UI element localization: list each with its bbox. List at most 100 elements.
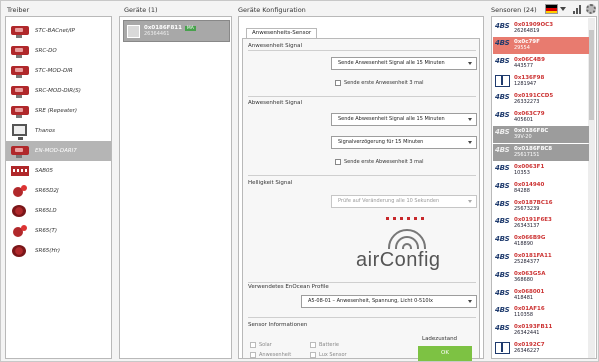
sensor-text: 0x01909OC3 26264819: [514, 22, 553, 34]
window-sensor-icon: [495, 340, 512, 356]
sensor-item[interactable]: 0x0192C7 26346227: [493, 339, 589, 356]
device-icon: [9, 63, 31, 79]
driver-item[interactable]: SRC-MOD-DIR(S): [6, 81, 111, 101]
abwesenheit-interval-select[interactable]: Sende Abwesenheit Signal alle 15 Minuten: [331, 113, 477, 126]
chevron-down-icon: [468, 118, 472, 121]
sensor-id: 0x0181FA11: [514, 252, 552, 259]
wifi-icon: [388, 229, 426, 249]
sensor-text: 0x01AF16 110358: [514, 306, 545, 318]
sensor-item[interactable]: 4BS 0x0181FA11 25284377: [493, 250, 589, 267]
driver-item[interactable]: SRE (Repeater): [6, 101, 111, 121]
sensor-4bs-icon: 4BS: [495, 128, 510, 137]
driver-item[interactable]: SAB05: [6, 161, 111, 181]
sensor-item[interactable]: 4BS 0x0193FB11 26342441: [493, 322, 589, 339]
sensor-text: 0x0186F8C 39V-20: [514, 128, 548, 140]
gear-icon[interactable]: [586, 4, 596, 14]
sensoren-header: Sensoren (24): [491, 6, 537, 14]
checkbox-box: [310, 352, 316, 358]
abwesenheit-repeat-checkbox[interactable]: Sende erste Abwesenheit 3 mal: [335, 159, 424, 165]
tab-anwesenheits-sensor[interactable]: Anwesenheits-Sensor: [246, 28, 318, 38]
sensor-4bs-icon: 4BS: [495, 110, 510, 119]
sensor-item[interactable]: 4BS 0x0186F8C8 25617151: [493, 143, 589, 161]
abwesenheit-delay-select[interactable]: Signalverzögerung für 15 Minuten: [331, 136, 477, 149]
driver-item[interactable]: STC-MOD-DIR: [6, 61, 111, 81]
sensor-id: 0x063G5A: [514, 270, 546, 277]
driver-item[interactable]: SR65LD: [6, 201, 111, 221]
driver-item[interactable]: SR65D2J: [6, 181, 111, 201]
signal-icon[interactable]: [573, 5, 583, 14]
sensor-item[interactable]: 4BS 0x0063F1 10353: [493, 161, 589, 178]
sensor-4bs-icon: 4BS: [495, 181, 510, 190]
sensor-id: 0x068001: [514, 288, 545, 295]
lux-label: Lux Sensor: [319, 352, 347, 358]
driver-label: SRC-DO: [35, 48, 57, 54]
driver-item[interactable]: SR65(Hr): [6, 241, 111, 261]
driver-item[interactable]: SRC-DO: [6, 41, 111, 61]
sensor-info-title: Sensor Informationen: [248, 322, 308, 328]
helligkeit-interval-value: Prüfe auf Veränderung alle 10 Sekunden: [338, 198, 440, 204]
geraete-panel: 0x0186F811 MA 26364461: [119, 16, 232, 359]
sensor-item[interactable]: 4BS 0x0c79F 29554: [493, 36, 589, 54]
sensor-item[interactable]: 4BS 0x0186F8C 39V-20: [493, 125, 589, 143]
driver-item[interactable]: Thanos: [6, 121, 111, 141]
driver-item[interactable]: SR65(T): [6, 221, 111, 241]
checkbox-box: [335, 159, 341, 165]
chevron-down-icon[interactable]: [560, 7, 566, 11]
sensor-item[interactable]: 4BS 0x0191CCD5 26332273: [493, 90, 589, 107]
sensor-serial: 418890: [514, 241, 534, 248]
sensor-item[interactable]: 4BS 0x063C79 405601: [493, 108, 589, 125]
sensor-item[interactable]: 4BS 0x01AF16 110358: [493, 304, 589, 321]
abwesenheit-delay-value: Signalverzögerung für 15 Minuten: [338, 139, 424, 145]
sensor-item[interactable]: 4BS 0x06C4B9 443577: [493, 55, 589, 72]
sensor-serial: 26343137: [514, 223, 540, 230]
sensor-item[interactable]: 4BS 0x063G5A 368680: [493, 268, 589, 285]
sensoren-panel: 4BS 0x01909OC3 26264819 4BS 0x0c79F 29554 4BS 0…: [491, 16, 597, 359]
device-text: 0x0186F811 MA 26364461: [144, 25, 196, 37]
sensor-id: 0x0191CCD5: [514, 92, 554, 99]
eep-profile-select[interactable]: A5-08-01 – Anwesenheit, Spannung, Licht …: [301, 295, 477, 308]
sensor-text: 0x0191CCD5 26332273: [514, 93, 553, 105]
sensor-serial: 1281947: [514, 80, 537, 87]
anwesenheit-interval-select[interactable]: Sende Anwesenheit Signal alle 15 Minuten: [331, 57, 477, 70]
sensor-4bs-icon: 4BS: [495, 57, 510, 66]
logo-dots: [386, 217, 428, 220]
scrollbar[interactable]: [588, 18, 595, 358]
sensor-icon: [9, 203, 31, 219]
sensor-item[interactable]: 0x136F98 1281947: [493, 72, 589, 89]
sensor-item[interactable]: 4BS 0x01909OC3 26264819: [493, 19, 589, 36]
driver-label: SR65(T): [35, 228, 57, 234]
sensor-id: 0x014940: [514, 181, 545, 188]
sensor-text: 0x014940 84288: [514, 182, 544, 194]
lux-checkbox: Lux Sensor: [310, 352, 347, 358]
sensor-item[interactable]: 4BS 0x068001 418481: [493, 286, 589, 303]
sensor-4bs-icon: 4BS: [495, 306, 510, 315]
driver-item[interactable]: STC-BACnet/IP: [6, 21, 111, 41]
checkbox-box: [310, 342, 316, 348]
sensor-serial: 10353: [514, 169, 530, 176]
device-item[interactable]: 0x0186F811 MA 26364461: [123, 20, 230, 42]
sensor-item[interactable]: 4BS 0x0191F6E3 26343137: [493, 215, 589, 232]
konfig-header: Geräte Konfiguration: [238, 6, 306, 14]
sensor-text: 0x0187BC16 25673239: [514, 200, 553, 212]
logo-text-air: air: [356, 249, 380, 271]
sensor-serial: 84288: [514, 187, 530, 194]
anwesenheit-repeat-checkbox[interactable]: Sende erste Anwesenheit 3 mal: [335, 80, 424, 86]
divider: [248, 317, 476, 318]
sensor-4bs-icon: 4BS: [495, 288, 510, 297]
ok-button[interactable]: OK: [418, 346, 472, 361]
helligkeit-interval-select[interactable]: Prüfe auf Veränderung alle 10 Sekunden: [331, 195, 477, 208]
sensor-4bs-icon: 4BS: [495, 252, 510, 261]
driver-item[interactable]: EN-MOD-DARI7: [6, 141, 111, 161]
abwesenheit-title: Abwesenheit Signal: [248, 100, 303, 106]
sensor-item[interactable]: 4BS 0x066B9G 418890: [493, 233, 589, 250]
sensor-item[interactable]: 4BS 0x0187BC16 25673239: [493, 197, 589, 214]
flag-de-icon[interactable]: [545, 4, 558, 14]
sensor-serial: 25284377: [514, 258, 540, 265]
status-badge: MA: [184, 25, 196, 31]
scrollbar-thumb[interactable]: [589, 30, 594, 120]
sensor-item[interactable]: 4BS 0x014940 84288: [493, 179, 589, 196]
driver-label: SRC-MOD-DIR(S): [35, 88, 81, 94]
ladezustand-label: Ladezustand: [422, 336, 458, 342]
app-window: Treiber Geräte (1) Geräte Konfiguration …: [0, 0, 599, 362]
driver-label: SR65LD: [35, 208, 57, 214]
